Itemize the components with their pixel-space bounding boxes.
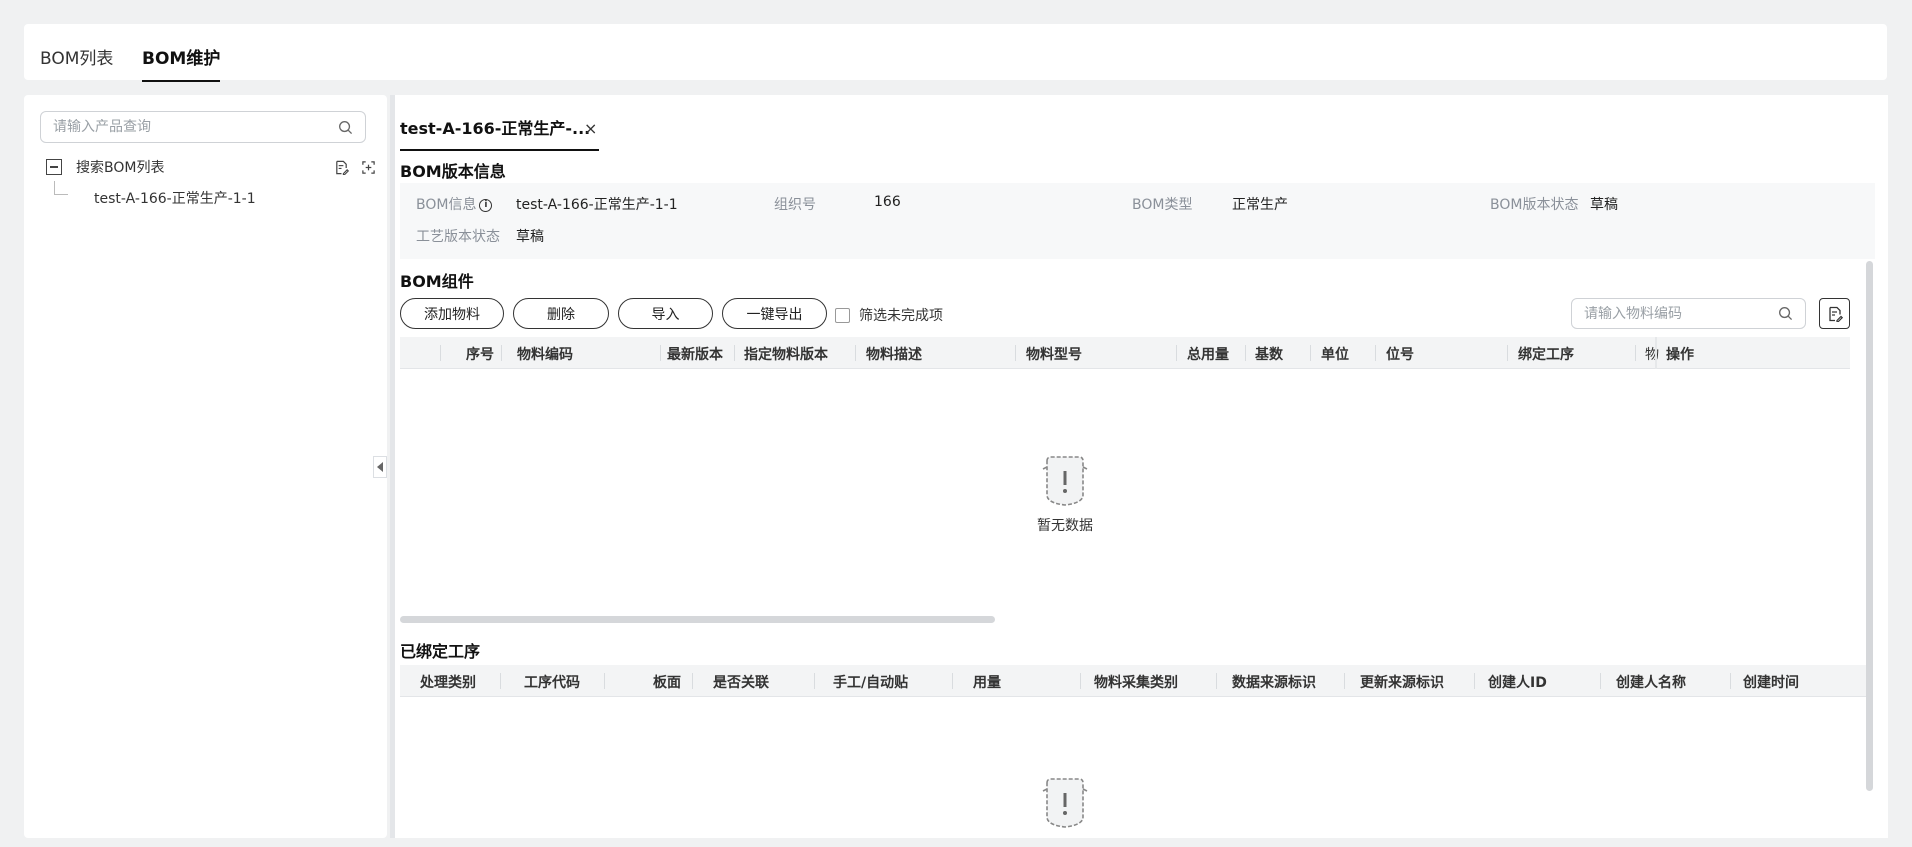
- top-tab-bar: BOM列表 BOM维护: [24, 24, 1887, 82]
- info-value-process-status: 草稿: [516, 229, 544, 245]
- col-update-source[interactable]: 更新来源标识: [1360, 672, 1444, 692]
- import-button[interactable]: 导入: [618, 298, 713, 329]
- edit-doc-icon: [1828, 306, 1843, 322]
- bom-version-info: BOM信息 i test-A-166-正常生产-1-1 组织号 166 BOM类型…: [400, 183, 1875, 259]
- col-total-usage[interactable]: 总用量: [1187, 344, 1229, 364]
- col-material-desc[interactable]: 物料描述: [866, 344, 922, 364]
- info-key-process-status: 工艺版本状态: [416, 229, 500, 245]
- filter-checkbox[interactable]: [835, 307, 850, 323]
- info-key-bom-status: BOM版本状态: [1490, 197, 1579, 213]
- info-key-org: 组织号: [774, 197, 816, 213]
- bom-version-title: BOM版本信息: [400, 162, 506, 181]
- column-settings-button[interactable]: [1819, 298, 1850, 329]
- col-unit[interactable]: 单位: [1321, 344, 1349, 364]
- col-actions[interactable]: 操作: [1666, 344, 1694, 364]
- add-material-button[interactable]: 添加物料: [400, 298, 504, 329]
- col-process-code[interactable]: 工序代码: [524, 672, 580, 692]
- close-icon[interactable]: ×: [584, 119, 597, 138]
- col-associated[interactable]: 是否关联: [713, 672, 769, 692]
- col-creator-id[interactable]: 创建人ID: [1488, 672, 1547, 692]
- info-icon[interactable]: i: [479, 198, 493, 212]
- col-usage[interactable]: 用量: [973, 672, 1001, 692]
- export-button[interactable]: 一键导出: [722, 298, 827, 329]
- product-search-box: [40, 111, 366, 143]
- doc-tab-indicator: [400, 149, 599, 151]
- material-search-input[interactable]: [1584, 305, 1778, 322]
- empty-folder-icon: [1042, 456, 1088, 506]
- search-icon[interactable]: [338, 120, 353, 135]
- delete-button[interactable]: 删除: [513, 298, 609, 329]
- col-seq[interactable]: 序号: [466, 344, 494, 364]
- col-material-model[interactable]: 物料型号: [1026, 344, 1082, 364]
- collapse-left-panel-button[interactable]: [373, 456, 387, 478]
- material-search-box: [1571, 298, 1806, 329]
- info-value-org: 166: [874, 194, 901, 210]
- main-content: test-A-166-正常生产-... × BOM版本信息 BOM信息 i tes…: [395, 95, 1888, 838]
- bound-processes-table-header: 处理类别 工序代码 板面 是否关联 手工/自动贴 用量 物料采集类别 数据来源标…: [400, 665, 1866, 697]
- product-search-input[interactable]: [53, 119, 338, 135]
- col-board-side[interactable]: 板面: [653, 672, 681, 692]
- bom-components-empty: 暂无数据: [945, 455, 1185, 535]
- col-base[interactable]: 基数: [1255, 344, 1283, 364]
- col-data-source[interactable]: 数据来源标识: [1232, 672, 1316, 692]
- col-create-time[interactable]: 创建时间: [1743, 672, 1799, 692]
- filter-incomplete[interactable]: 筛选未完成项: [835, 305, 943, 325]
- info-value-bom-status: 草稿: [1590, 197, 1618, 213]
- col-collection-type[interactable]: 物料采集类别: [1094, 672, 1178, 692]
- col-position[interactable]: 位号: [1386, 344, 1414, 364]
- edit-doc-icon[interactable]: [334, 160, 349, 175]
- search-icon[interactable]: [1778, 306, 1793, 321]
- tree-root-node[interactable]: 搜索BOM列表: [46, 156, 386, 178]
- horizontal-scrollbar[interactable]: [400, 616, 995, 623]
- tab-bom-list[interactable]: BOM列表: [40, 44, 113, 69]
- bom-components-table-header: 序号 物料编码 最新版本 指定物料版本 物料描述 物料型号 总用量 基数 单位 …: [400, 337, 1850, 369]
- bound-processes-title: 已绑定工序: [400, 642, 481, 661]
- tree-child-node[interactable]: test-A-166-正常生产-1-1: [94, 188, 256, 208]
- bom-components-title: BOM组件: [400, 272, 474, 291]
- filter-label: 筛选未完成项: [859, 308, 943, 324]
- empty-text: 暂无数据: [1037, 518, 1093, 534]
- col-material-code[interactable]: 物料编码: [517, 344, 573, 364]
- info-value-bom-type: 正常生产: [1232, 197, 1288, 213]
- col-process-type[interactable]: 处理类别: [420, 672, 476, 692]
- tree-connector: [54, 181, 68, 195]
- left-panel: 搜索BOM列表 test-A-166-正常生产-1-1: [24, 95, 387, 838]
- info-key-bom: BOM信息 i: [416, 194, 493, 214]
- collapse-icon[interactable]: [46, 159, 62, 175]
- doc-tab-title[interactable]: test-A-166-正常生产-...: [400, 115, 590, 139]
- info-value-bom: test-A-166-正常生产-1-1: [516, 197, 678, 213]
- bound-processes-empty: [945, 777, 1185, 829]
- expand-all-icon[interactable]: [361, 160, 376, 175]
- col-creator-name[interactable]: 创建人名称: [1616, 672, 1686, 692]
- col-manual-auto[interactable]: 手工/自动贴: [833, 672, 908, 692]
- caret-left-icon: [377, 462, 383, 472]
- col-specified-version[interactable]: 指定物料版本: [744, 344, 828, 364]
- info-key-bom-type: BOM类型: [1132, 197, 1193, 213]
- empty-folder-icon: [1042, 778, 1088, 828]
- col-bound-process[interactable]: 绑定工序: [1518, 344, 1574, 364]
- vertical-scrollbar[interactable]: [1866, 261, 1873, 791]
- tab-bom-maintenance[interactable]: BOM维护: [142, 44, 221, 82]
- col-latest-version[interactable]: 最新版本: [667, 344, 723, 364]
- tree-root-label: 搜索BOM列表: [76, 160, 165, 176]
